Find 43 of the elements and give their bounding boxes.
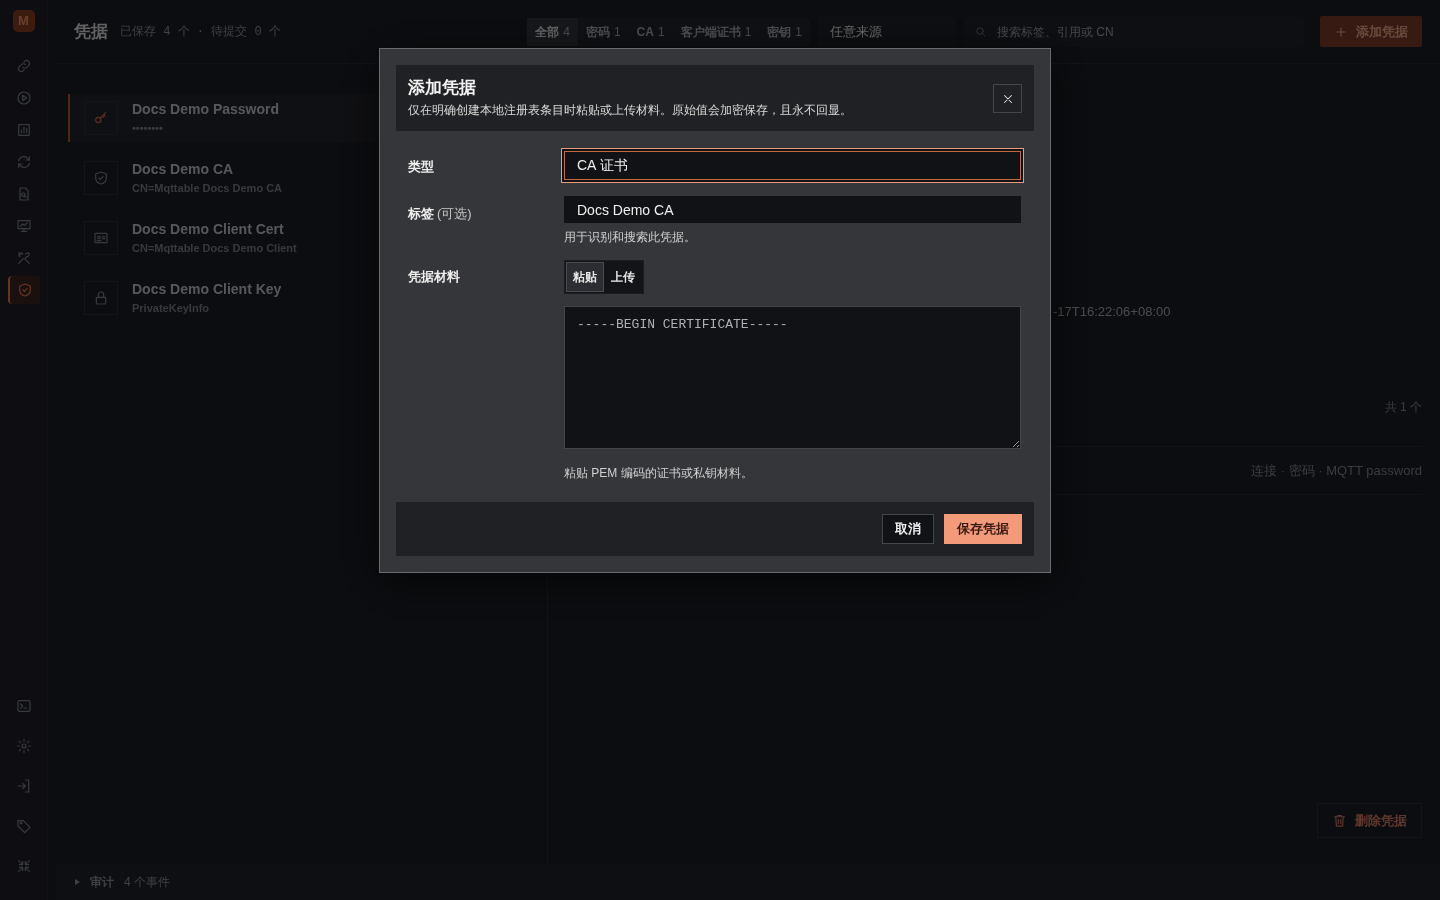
sidebar-button[interactable] — [7, 276, 40, 304]
sync-icon — [15, 154, 32, 170]
credential-name: Docs Demo Client Key — [132, 280, 282, 300]
shield-icon — [16, 282, 33, 298]
tools-icon — [15, 250, 32, 266]
close-button[interactable] — [993, 84, 1022, 113]
lock-icon — [93, 290, 109, 306]
mode-toggle[interactable]: 上传 — [604, 262, 642, 293]
label-input[interactable]: Docs Demo CA — [564, 196, 1021, 224]
credential-name: Docs Demo Client Cert — [132, 220, 285, 240]
login-icon — [15, 778, 32, 794]
mode-toggle[interactable]: 粘贴 — [566, 262, 604, 293]
optional-label: (可选) — [437, 206, 472, 222]
cancel-button[interactable]: 取消 — [882, 514, 934, 544]
delete-button[interactable]: 删除凭据 — [1317, 802, 1422, 838]
settings-icon — [15, 738, 32, 754]
expand-icon[interactable] — [74, 879, 80, 885]
credential-detail: •••••••• — [132, 121, 164, 137]
shield-icon — [93, 170, 109, 186]
save-button[interactable]: 保存凭据 — [944, 514, 1022, 544]
key-icon — [93, 110, 109, 126]
field-label: 类型 — [408, 159, 434, 175]
page-title: 凭据 — [74, 20, 108, 43]
collapse-icon — [15, 858, 32, 874]
terminal-icon — [15, 698, 32, 714]
material-textarea[interactable]: -----BEGIN CERTIFICATE----- — [564, 306, 1021, 450]
presentation-icon — [15, 218, 32, 234]
link-icon — [15, 58, 32, 74]
field-hint: 粘贴 PEM 编码的证书或私钥材料。 — [564, 465, 754, 483]
field-label: 标签 — [408, 206, 434, 222]
tag-icon — [15, 818, 32, 834]
trash-icon — [1332, 812, 1347, 828]
credential-name: Docs Demo CA — [132, 160, 235, 180]
search-icon — [974, 25, 987, 38]
type-select[interactable]: CA 证书 — [564, 151, 1021, 181]
field-hint: 用于识别和搜索此凭据。 — [564, 229, 697, 247]
bar-chart-icon — [15, 122, 32, 138]
play-icon — [15, 90, 32, 106]
credential-name: Docs Demo Password — [132, 100, 280, 120]
field-label: 凭据材料 — [408, 269, 460, 285]
id-card-icon — [93, 230, 109, 246]
plus-icon — [1334, 24, 1348, 39]
timestamp-text: -17T16:22:06+08:00 — [1053, 303, 1171, 321]
